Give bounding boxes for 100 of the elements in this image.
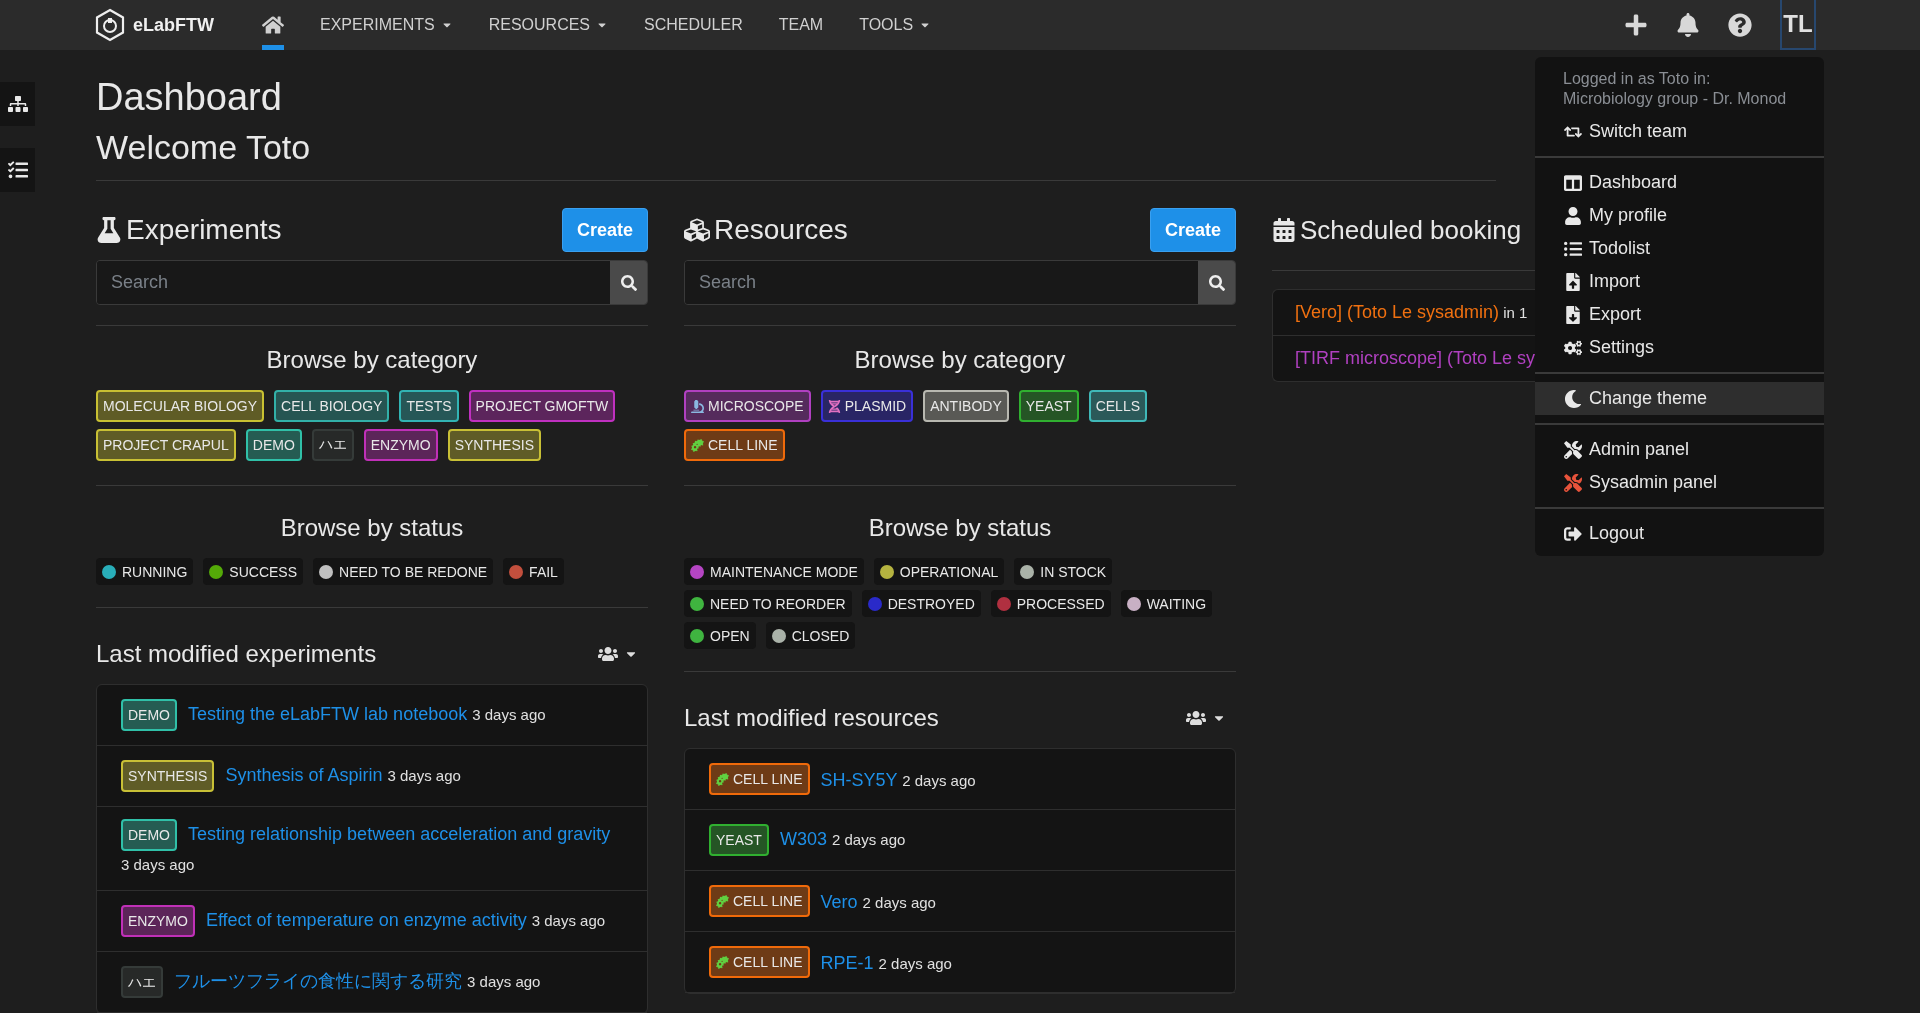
category-tag[interactable]: YEAST — [1018, 390, 1079, 422]
menu-item[interactable]: Change theme — [1535, 382, 1824, 415]
status-filter[interactable]: MAINTENANCE MODE — [684, 558, 864, 585]
checklist-icon[interactable] — [0, 148, 35, 192]
entry-link[interactable]: Synthesis of Aspirin — [225, 765, 383, 785]
nav-link[interactable]: SCHEDULER — [626, 0, 761, 50]
category-tag[interactable]: ENZYMO — [363, 429, 438, 461]
entry-link[interactable]: フルーツフライの食性に関する研究 — [174, 971, 462, 991]
category-tag[interactable]: CELL LINE — [709, 763, 810, 795]
category-tag[interactable]: PROJECT GMOFTW — [468, 390, 616, 422]
login-info: Logged in as Toto in: — [1562, 69, 1712, 89]
microscope-icon — [691, 399, 704, 413]
category-tag[interactable]: ハエ — [311, 429, 354, 461]
file-upload-icon — [1564, 272, 1582, 291]
category-tag[interactable]: DEMO — [245, 429, 302, 461]
section-heading: Browse by category — [853, 346, 1067, 374]
category-tag[interactable]: MOLECULAR BIOLOGY — [96, 390, 265, 422]
section-title: Experiments — [96, 214, 282, 246]
section-title: Resources — [684, 214, 848, 246]
category-tag[interactable]: MICROSCOPE — [684, 390, 811, 422]
entry-text: ハエ フルーツフライの食性に関する研究 3 days ago — [121, 966, 541, 998]
category-tag[interactable]: ENZYMO — [121, 905, 195, 937]
status-filter[interactable]: NEED TO BE REDONE — [313, 558, 494, 585]
users-icon — [598, 644, 618, 664]
scope-dropdown[interactable] — [1186, 708, 1226, 728]
search-icon — [620, 274, 637, 291]
category-tag[interactable]: CELL LINE — [709, 946, 810, 978]
status-filter[interactable]: SUCCESS — [203, 558, 304, 585]
nav-link[interactable]: TOOLS — [841, 0, 950, 50]
status-filter[interactable]: CLOSED — [765, 622, 856, 649]
search-field[interactable]: Search — [684, 260, 1236, 305]
columns-icon — [1564, 173, 1582, 192]
category-tag[interactable]: SYNTHESIS — [121, 760, 215, 792]
menu-item[interactable]: Todolist — [1535, 232, 1824, 265]
section-heading: Last modified experiments — [96, 640, 377, 668]
category-tag[interactable]: ハエ — [121, 966, 163, 998]
category-tag[interactable]: ANTIBODY — [923, 390, 1009, 422]
entry-link[interactable]: SH-SY5Y — [820, 769, 898, 790]
status-filter[interactable]: OPERATIONAL — [873, 558, 1005, 585]
menu-item[interactable]: Admin panel — [1535, 433, 1824, 466]
status-filter[interactable]: OPEN — [684, 622, 756, 649]
menu-item[interactable]: Switch team — [1535, 115, 1824, 148]
nav-link[interactable]: RESOURCES — [470, 0, 627, 50]
category-tag[interactable]: CELL LINE — [684, 429, 785, 461]
nav-link[interactable]: TEAM — [760, 0, 842, 50]
help-icon[interactable] — [1728, 13, 1752, 37]
entry-link[interactable]: RPE-1 — [820, 952, 874, 973]
brand-logo[interactable]: eLabFTW — [95, 8, 214, 42]
search-field[interactable]: Search — [96, 260, 648, 305]
section-heading: Browse by status — [279, 514, 465, 542]
section-heading: Browse by status — [867, 514, 1053, 542]
status-filter[interactable]: WAITING — [1120, 590, 1213, 617]
menu-item[interactable]: Import — [1535, 265, 1824, 298]
category-tag[interactable]: DEMO — [121, 819, 177, 851]
status-filter[interactable]: IN STOCK — [1014, 558, 1113, 585]
bell-icon[interactable] — [1676, 13, 1700, 37]
scope-dropdown[interactable] — [598, 644, 638, 664]
user-avatar[interactable]: TL — [1780, 0, 1816, 50]
entry-link[interactable]: W303 — [779, 829, 827, 849]
entry-text: CELL LINE SH-SY5Y 2 days ago — [709, 763, 976, 795]
menu-item[interactable]: Sysadmin panel — [1535, 466, 1824, 499]
search-button[interactable] — [610, 261, 647, 304]
entry-link[interactable]: Vero — [820, 891, 858, 912]
search-icon — [1208, 274, 1225, 291]
status-filter[interactable]: NEED TO REORDER — [684, 590, 852, 617]
category-tag[interactable]: YEAST — [709, 824, 769, 856]
status-filter[interactable]: FAIL — [503, 558, 564, 585]
tools-icon — [1564, 440, 1582, 459]
category-tag[interactable]: TESTS — [399, 390, 459, 422]
booking-entry[interactable]: [Vero] (Toto Le sysadmin) in 1 — [1295, 302, 1528, 322]
entry-link[interactable]: Testing relationship between acceleration and gravity — [188, 824, 611, 844]
status-filter[interactable]: DESTROYED — [861, 590, 981, 617]
entry-text: DEMO Testing relationship between acceleration and gravity 3 days ago — [121, 819, 623, 878]
entry-link[interactable]: Effect of temperature on enzyme activity — [205, 910, 527, 930]
user-icon — [1564, 206, 1582, 225]
category-tag[interactable]: DEMO — [121, 699, 177, 731]
section-title: Scheduled booking — [1272, 214, 1522, 246]
menu-item[interactable]: Settings — [1535, 331, 1824, 364]
menu-item[interactable]: My profile — [1535, 199, 1824, 232]
section-heading: Browse by category — [265, 346, 479, 374]
category-tag[interactable]: CELL BIOLOGY — [274, 390, 390, 422]
status-filter[interactable]: RUNNING — [96, 558, 194, 585]
status-filter[interactable]: PROCESSED — [990, 590, 1111, 617]
menu-item[interactable]: Export — [1535, 298, 1824, 331]
category-tag[interactable]: CELLS — [1088, 390, 1147, 422]
menu-item[interactable]: Dashboard — [1535, 166, 1824, 199]
entry-link[interactable]: Testing the eLabFTW lab notebook — [188, 704, 468, 724]
page-title: Dashboard — [96, 75, 283, 120]
search-button[interactable] — [1198, 261, 1235, 304]
flask-icon — [96, 217, 122, 243]
hexagon-logo-icon — [95, 8, 125, 42]
nav-link[interactable]: EXPERIMENTS — [302, 0, 471, 50]
booking-entry[interactable]: [TIRF microscope] (Toto Le sy — [1295, 348, 1535, 368]
category-tag[interactable]: CELL LINE — [709, 885, 810, 917]
tree-icon[interactable] — [0, 82, 35, 126]
plus-icon[interactable] — [1624, 13, 1648, 37]
category-tag[interactable]: PLASMID — [820, 390, 914, 422]
category-tag[interactable]: PROJECT CRAPUL — [96, 429, 236, 461]
menu-item[interactable]: Logout — [1535, 517, 1824, 550]
category-tag[interactable]: SYNTHESIS — [447, 429, 542, 461]
